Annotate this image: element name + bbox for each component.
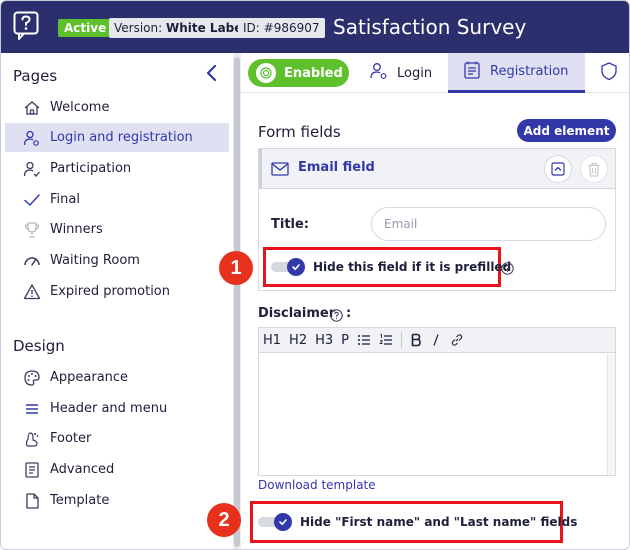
sidebar-item-appearance[interactable]: Appearance xyxy=(5,363,229,392)
tab-label: Login xyxy=(397,65,433,81)
editor-toolbar: H1 H2 H3 P xyxy=(259,328,615,353)
app-window: Active Version: White Label ID: #986907 … xyxy=(0,0,630,550)
delete-field-button[interactable] xyxy=(580,155,608,183)
email-field-title: Email field xyxy=(298,160,375,175)
sidebar-item-waiting-room[interactable]: Waiting Room xyxy=(5,246,229,275)
bold-icon[interactable] xyxy=(410,333,422,347)
tab-label: Registration xyxy=(490,64,569,79)
sidebar-item-participation[interactable]: Participation xyxy=(5,154,229,183)
sidebar-item-final[interactable]: Final xyxy=(5,185,229,214)
download-template-link[interactable]: Download template xyxy=(258,478,376,492)
help-icon[interactable] xyxy=(330,309,343,322)
sidebar-item-winners[interactable]: Winners xyxy=(5,215,229,244)
hide-names-toggle[interactable] xyxy=(258,513,296,531)
sidebar-item-footer[interactable]: Footer xyxy=(5,424,229,453)
sidebar-item-header-and-menu[interactable]: Header and menu xyxy=(5,394,229,423)
sidebar-scroll-thumb[interactable] xyxy=(234,57,240,547)
chevron-up-icon xyxy=(551,162,565,176)
sidebar-item-advanced[interactable]: Advanced xyxy=(5,455,229,484)
mail-icon xyxy=(271,162,289,176)
email-field-card-header[interactable]: Email field xyxy=(259,149,615,189)
home-icon xyxy=(21,98,43,118)
sidebar-item-label: Appearance xyxy=(50,370,129,385)
menu-icon xyxy=(21,399,43,419)
title-input[interactable]: Email xyxy=(371,207,606,241)
sidebar-item-label: Footer xyxy=(50,431,92,446)
enabled-label: Enabled xyxy=(284,65,343,81)
gauge-icon xyxy=(21,251,43,271)
design-section-title: Design xyxy=(13,337,65,355)
user-check-icon xyxy=(21,159,43,179)
version-prefix: Version: xyxy=(114,21,166,35)
sidebar-item-login-and-registration[interactable]: Login and registration xyxy=(5,123,229,152)
toolbar-divider xyxy=(400,332,402,348)
sidebar-item-label: Welcome xyxy=(50,100,110,115)
heading-1-button[interactable]: H1 xyxy=(263,333,281,348)
sidebar-item-label: Expired promotion xyxy=(50,284,170,299)
id-badge: ID: #986907 xyxy=(238,18,325,38)
registration-form-icon xyxy=(462,60,490,84)
help-bubble-logo-icon[interactable] xyxy=(13,11,39,41)
shield-icon xyxy=(599,61,627,85)
page-title: Satisfaction Survey xyxy=(333,15,527,39)
disclaimer-colon: : xyxy=(346,306,352,321)
file-icon xyxy=(21,491,43,511)
sidebar-item-label: Template xyxy=(50,493,110,508)
user-key-icon xyxy=(369,61,397,85)
check-icon xyxy=(21,190,43,210)
numbered-list-icon[interactable] xyxy=(379,333,393,347)
callout-marker-2: 2 xyxy=(207,503,241,537)
sidebar-item-expired-promotion[interactable]: Expired promotion xyxy=(5,277,229,306)
sidebar-scrollbar[interactable] xyxy=(233,53,241,549)
sidebar-item-label: Final xyxy=(50,192,80,207)
heading-3-button[interactable]: H3 xyxy=(315,333,333,348)
tab-login[interactable]: Login xyxy=(369,53,432,93)
tab-security[interactable] xyxy=(599,53,627,93)
sidebar-item-label: Waiting Room xyxy=(50,253,140,268)
sidebar-item-label: Advanced xyxy=(50,462,115,477)
enabled-toggle[interactable]: Enabled xyxy=(248,59,349,87)
fingerprint-icon xyxy=(256,63,276,83)
sidebar-item-welcome[interactable]: Welcome xyxy=(5,93,229,122)
disclaimer-editor-body[interactable] xyxy=(259,354,615,475)
collapse-field-button[interactable] xyxy=(544,155,572,183)
bullet-list-icon[interactable] xyxy=(357,333,371,347)
paragraph-button[interactable]: P xyxy=(341,333,349,348)
hide-names-label: Hide "First name" and "Last name" fields xyxy=(300,515,578,529)
document-code-icon xyxy=(21,460,43,480)
sidebar-item-template[interactable]: Template xyxy=(5,486,229,515)
editor-scrollbar[interactable] xyxy=(607,354,615,475)
version-value: White Label xyxy=(165,21,247,35)
check-icon xyxy=(287,258,305,276)
sidebar-item-label: Login and registration xyxy=(50,130,193,145)
heading-2-button[interactable]: H2 xyxy=(289,333,307,348)
collapse-sidebar-chevron-icon[interactable] xyxy=(203,63,219,83)
hide-prefilled-toggle[interactable] xyxy=(271,258,309,276)
pages-section-title: Pages xyxy=(13,67,58,85)
trophy-icon xyxy=(21,220,43,240)
warning-icon xyxy=(21,282,43,302)
top-header: Active Version: White Label ID: #986907 … xyxy=(1,1,629,53)
foot-icon xyxy=(21,429,43,449)
tab-registration[interactable]: Registration xyxy=(448,53,585,93)
disclaimer-editor: H1 H2 H3 P xyxy=(258,327,616,476)
add-element-button[interactable]: Add element xyxy=(517,119,616,142)
italic-icon[interactable] xyxy=(430,333,442,347)
status-badge: Active xyxy=(58,19,113,37)
sidebar-item-label: Winners xyxy=(50,222,103,237)
check-icon xyxy=(274,513,292,531)
trash-icon xyxy=(588,162,600,177)
title-label: Title: xyxy=(271,217,310,232)
palette-icon xyxy=(21,368,43,388)
hide-prefilled-label: Hide this field if it is prefilled xyxy=(313,260,512,274)
version-badge: Version: White Label xyxy=(109,18,252,38)
form-fields-title: Form fields xyxy=(258,123,341,141)
disclaimer-label: Disclaimer xyxy=(258,306,336,321)
user-key-icon xyxy=(21,128,43,148)
sidebar-item-label: Participation xyxy=(50,161,132,176)
link-icon[interactable] xyxy=(450,333,464,347)
sidebar-item-label: Header and menu xyxy=(50,401,168,416)
callout-marker-1: 1 xyxy=(219,251,253,285)
help-icon[interactable] xyxy=(501,262,514,275)
